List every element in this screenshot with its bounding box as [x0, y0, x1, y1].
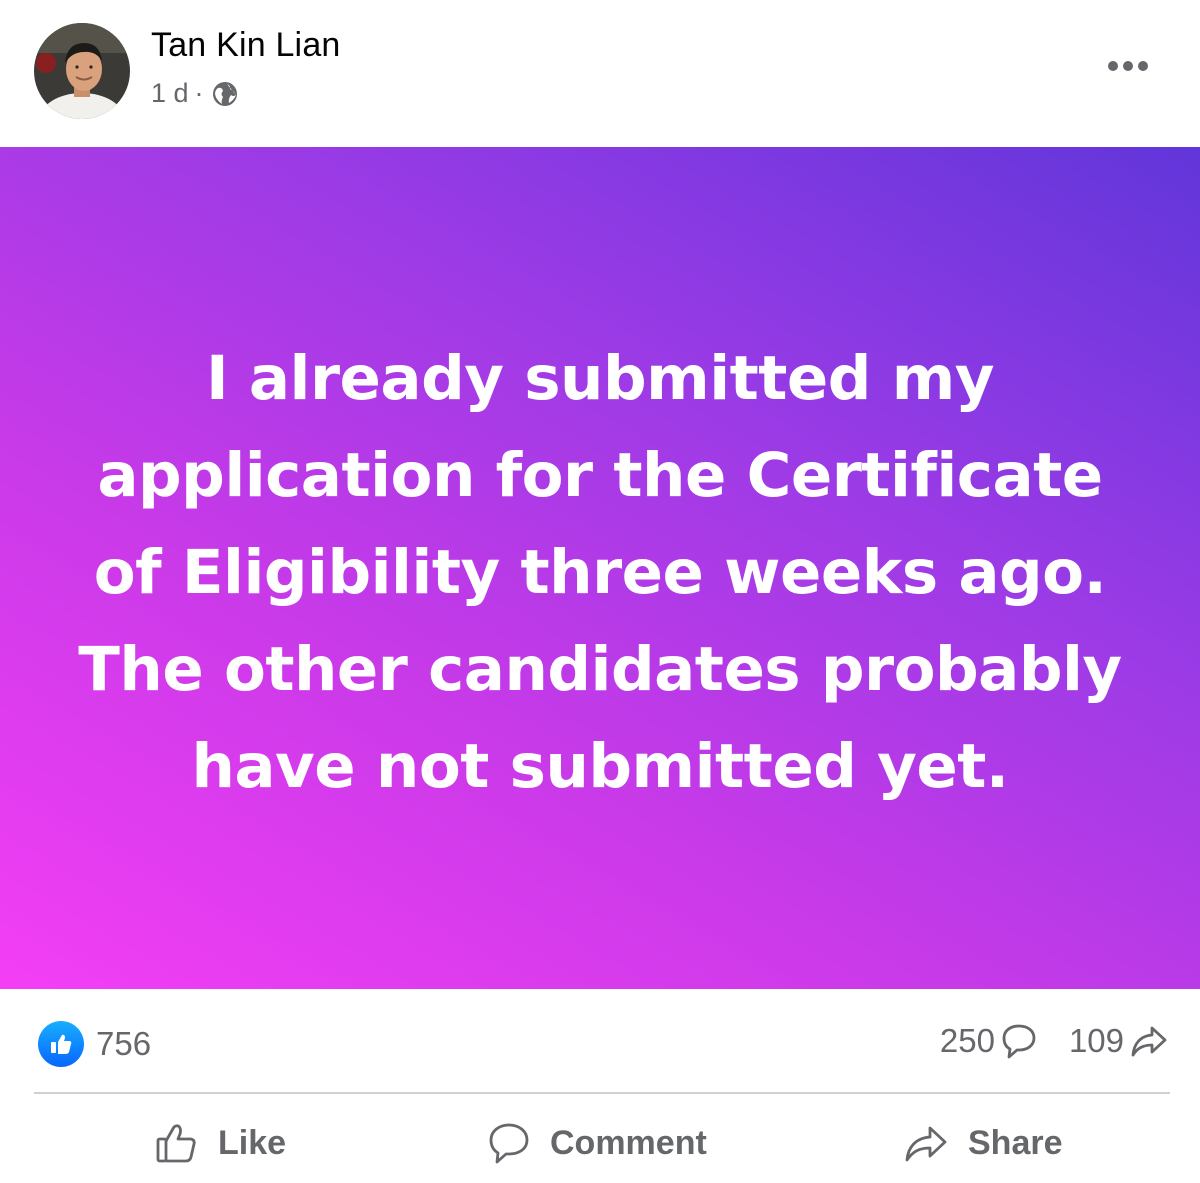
comment-icon	[489, 1123, 529, 1164]
shares-count: 109	[1068, 1022, 1124, 1059]
like-reaction-icon	[38, 1021, 84, 1067]
engagement-counts: 250 109	[940, 1021, 1170, 1061]
post-actions: Like Comment Share	[0, 1100, 1200, 1183]
thumbs-up-icon	[156, 1124, 196, 1163]
post-text: I already submitted my application for t…	[78, 342, 1122, 802]
author-avatar[interactable]	[34, 23, 130, 119]
comments-count: 250	[939, 1022, 995, 1059]
comments-count-button[interactable]: 250	[940, 1021, 1039, 1061]
shares-count-button[interactable]: 109	[1069, 1021, 1170, 1061]
avatar-photo	[34, 23, 130, 119]
share-button[interactable]: Share	[902, 1118, 1063, 1168]
share-label: Share	[968, 1123, 1063, 1162]
actions-divider	[34, 1092, 1170, 1094]
post-meta: 1 d ·	[151, 78, 240, 109]
reaction-count: 756	[96, 1025, 152, 1062]
author-name[interactable]: Tan Kin Lian	[151, 26, 341, 65]
facebook-post: Tan Kin Lian 1 d · I already submitted m…	[0, 0, 1200, 1183]
more-options-icon	[1108, 61, 1148, 71]
comment-bubble-icon	[1002, 1024, 1036, 1059]
comment-button[interactable]: Comment	[486, 1118, 707, 1168]
more-options-button[interactable]	[1100, 48, 1156, 84]
share-icon	[905, 1126, 947, 1162]
post-timestamp[interactable]: 1 d	[151, 78, 189, 109]
post-header: Tan Kin Lian 1 d ·	[0, 0, 1200, 147]
share-arrow-icon	[1131, 1026, 1167, 1057]
reactions-summary[interactable]: 756	[38, 1021, 151, 1067]
like-label: Like	[218, 1123, 287, 1162]
globe-icon	[210, 79, 240, 109]
comment-label: Comment	[550, 1123, 707, 1162]
like-button[interactable]: Like	[154, 1118, 286, 1168]
post-stats: 756 250 109	[0, 989, 1200, 1093]
meta-separator: ·	[194, 78, 204, 108]
post-background: I already submitted my application for t…	[0, 147, 1200, 989]
